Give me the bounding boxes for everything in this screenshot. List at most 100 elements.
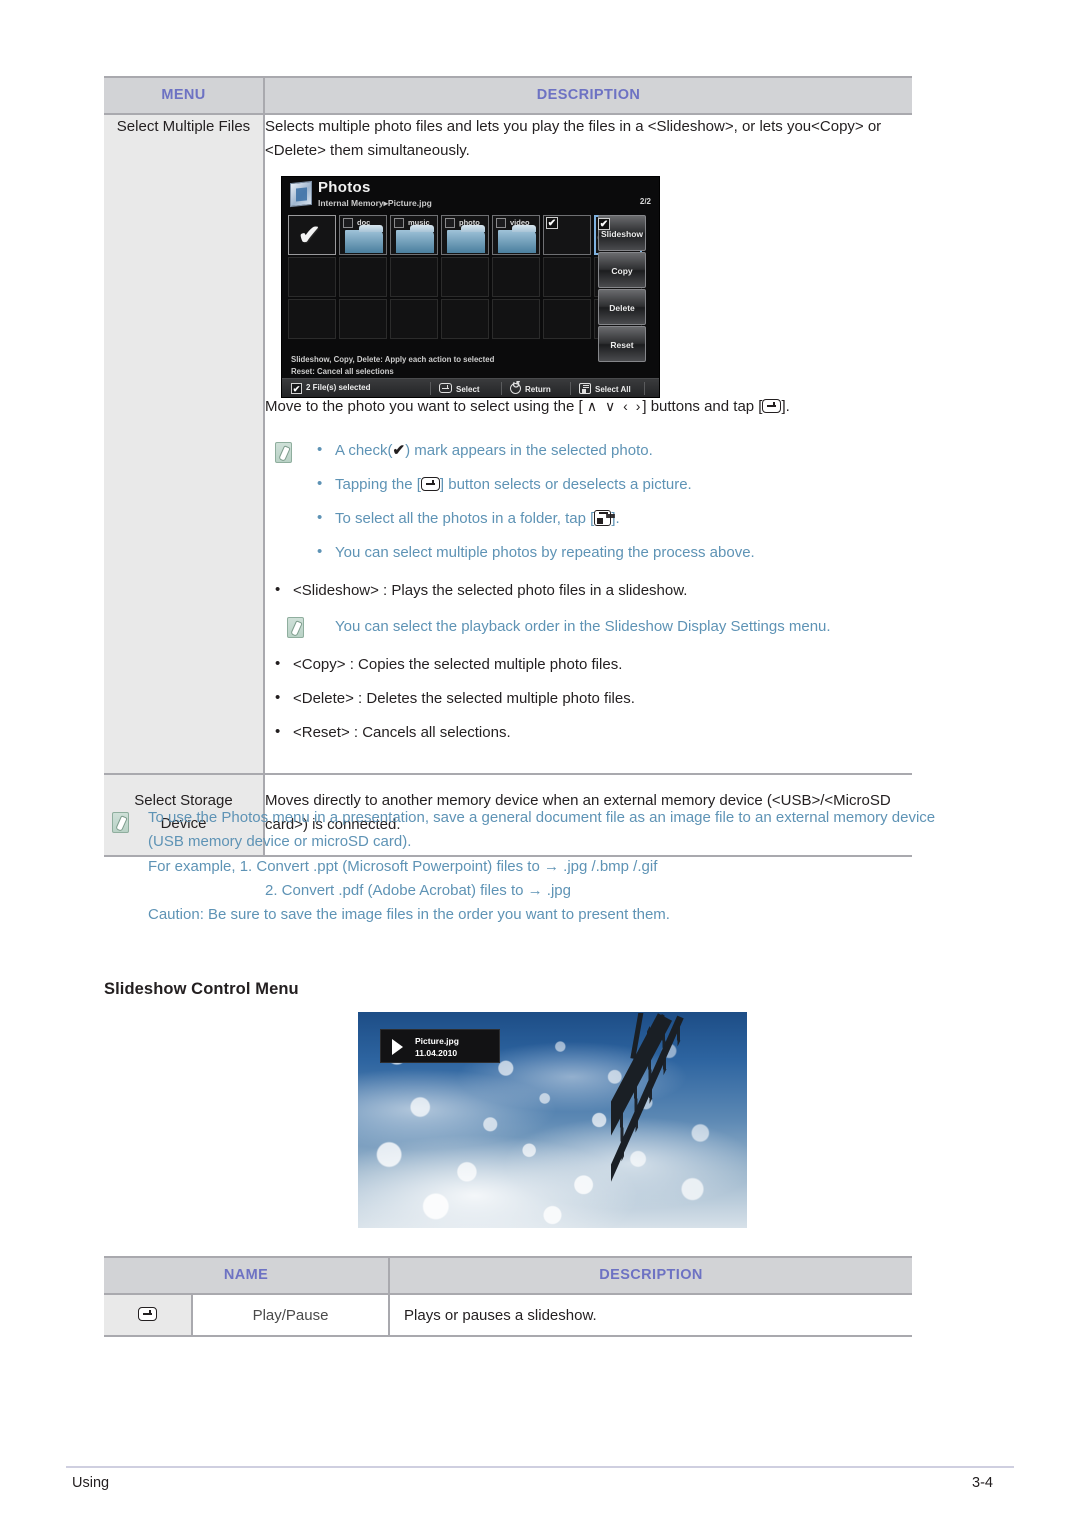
folder-icon (396, 225, 434, 253)
note-pencil-icon (112, 812, 129, 833)
copy-button[interactable]: Copy (598, 252, 646, 288)
action-bullet-reset: <Reset> : Cancels all selections. (265, 720, 912, 745)
select-all-key-icon (594, 510, 612, 526)
slideshow-photo: Picture.jpg 11.04.2010 (358, 1012, 747, 1228)
note-bullet-select-all: To select all the photos in a folder, ta… (307, 506, 912, 531)
grid-item-folder-music[interactable]: music (390, 215, 438, 255)
folder-icon (447, 225, 485, 253)
page-indicator: 2/2 (639, 197, 651, 206)
note-block-selection: A check(✔) mark appears in the selected … (265, 438, 912, 565)
selected-check-icon: ✔ (546, 217, 558, 229)
action-bullet-copy: <Copy> : Copies the selected multiple ph… (265, 652, 912, 677)
grid-item-empty (390, 299, 438, 339)
grid-item-folder-photo[interactable]: photo (441, 215, 489, 255)
grid-item-empty (543, 299, 591, 339)
osd-date: 11.04.2010 (415, 1048, 458, 1058)
column-header-menu: MENU (104, 76, 264, 115)
status-divider (644, 382, 645, 395)
bullet-text-pre: To select all the photos in a folder, ta… (335, 510, 595, 527)
grid-item-folder-doc[interactable]: doc (339, 215, 387, 255)
photos-breadcrumb: Internal Memory▸Picture.jpg (318, 198, 432, 208)
note-bullet-check: A check(✔) mark appears in the selected … (307, 438, 912, 463)
folder-checkbox (343, 218, 353, 228)
grid-item-empty (390, 257, 438, 297)
footer-page-number: 3-4 (972, 1475, 993, 1491)
status-divider (570, 382, 571, 395)
column-header-description: DESCRIPTION (263, 76, 912, 115)
move-instruction: Move to the photo you want to select usi… (265, 395, 912, 419)
action-bullet-slideshow: <Slideshow> : Plays the selected photo f… (265, 578, 912, 603)
enter-key-icon (439, 383, 452, 393)
caution-line-3: For example, 1. Convert .ppt (Microsoft … (148, 857, 658, 875)
bullet-text-pre: You can select multiple photos by repeat… (335, 544, 755, 561)
direction-keys-glyph: ∧ ∨ ‹ › (586, 398, 643, 414)
hint-line-reset: Reset: Cancel all selections (291, 367, 394, 376)
status-select-action[interactable]: Select (439, 383, 480, 394)
grid-item-empty (543, 257, 591, 297)
status-select-all-action[interactable]: Select All (579, 383, 631, 394)
grid-item-select-all-tile[interactable]: ✔ (288, 215, 336, 255)
reset-button[interactable]: Reset (598, 326, 646, 362)
move-instruction-pre: Move to the photo you want to select usi… (265, 398, 583, 415)
bullet-text-pre: Tapping the [ (335, 476, 421, 493)
return-key-icon (510, 380, 521, 394)
grid-item-empty (288, 257, 336, 297)
selected-check-icon: ✔ (598, 218, 610, 230)
caution-line-2: (USB memory device or microSD card). (148, 833, 412, 851)
move-instruction-post: ]. (781, 398, 790, 415)
action-bullet-list-rest: <Copy> : Copies the selected multiple ph… (265, 652, 912, 745)
note-bullet-tapping: Tapping the [ ] button selects or deselec… (307, 472, 912, 497)
move-instruction-mid: ] buttons and tap [ (642, 398, 763, 415)
photos-browser-screenshot: Photos Internal Memory▸Picture.jpg 2/2 ✔… (281, 176, 660, 398)
osd-file-name: Picture.jpg (415, 1036, 459, 1046)
name-description-table: NAME DESCRIPTION Play/Pause Plays or pau… (104, 1256, 913, 1337)
folder-checkbox (445, 218, 455, 228)
folder-checkbox (496, 218, 506, 228)
folder-icon (498, 225, 536, 253)
status-divider (430, 382, 431, 395)
status-check-icon: ✔ (291, 383, 302, 394)
grid-item-empty (339, 299, 387, 339)
document-page: MENU DESCRIPTION Select Multiple Files S… (0, 0, 1080, 1528)
footer-chapter-label: Using (72, 1475, 110, 1491)
grid-item-empty (288, 299, 336, 339)
menu-label-select-multiple-files: Select Multiple Files (104, 114, 264, 774)
bullet-text-post: ] button selects or deselects a picture. (439, 476, 692, 493)
check-mark-glyph: ✔ (392, 442, 406, 459)
delete-button[interactable]: Delete (598, 289, 646, 325)
note-bullet-list: A check(✔) mark appears in the selected … (307, 438, 912, 565)
caution-note-block: To use the Photos menu in a presentation… (108, 806, 1008, 927)
grid-item-folder-video[interactable]: video (492, 215, 540, 255)
bullet-text-pre: A check( (335, 442, 393, 459)
photos-header: Photos Internal Memory▸Picture.jpg 2/2 (282, 177, 659, 213)
crane-lattice (611, 1013, 688, 1228)
table-header-row: MENU DESCRIPTION (104, 76, 912, 115)
select-all-key-icon (579, 383, 591, 394)
play-pause-icon-cell (104, 1294, 193, 1337)
play-pause-description: Plays or pauses a slideshow. (389, 1294, 913, 1337)
note-block-playback-order: You can select the playback order in the… (265, 615, 912, 639)
action-bullet-delete: <Delete> : Deletes the selected multiple… (265, 686, 912, 711)
play-pause-name: Play/Pause (192, 1294, 391, 1337)
grid-item-photo-selected-1[interactable]: ✔ (543, 215, 591, 255)
footer-divider (66, 1466, 1014, 1468)
folder-icon (345, 225, 383, 253)
page-title-slideshow-control-menu: Slideshow Control Menu (104, 980, 299, 998)
grid-item-empty (339, 257, 387, 297)
caution-line-1: To use the Photos menu in a presentation… (148, 809, 936, 826)
photos-app-icon (290, 180, 312, 208)
column-header-name: NAME (104, 1256, 390, 1295)
enter-key-icon (762, 399, 782, 413)
folder-checkbox (394, 218, 404, 228)
slideshow-osd-overlay: Picture.jpg 11.04.2010 (380, 1029, 500, 1063)
grid-item-empty (441, 299, 489, 339)
bullet-text-post: ) mark appears in the selected photo. (405, 442, 653, 459)
caution-line-4: 2. Convert .pdf (Adobe Acrobat) files to… (265, 881, 571, 899)
grid-item-empty (492, 299, 540, 339)
photos-title: Photos (318, 179, 371, 196)
status-selected-count: ✔ 2 File(s) selected (291, 383, 371, 394)
grid-item-empty (492, 257, 540, 297)
bullet-text-post: ]. (611, 510, 620, 527)
status-return-action[interactable]: Return (510, 380, 551, 394)
caution-line-5: Caution: Be sure to save the image files… (148, 906, 670, 924)
